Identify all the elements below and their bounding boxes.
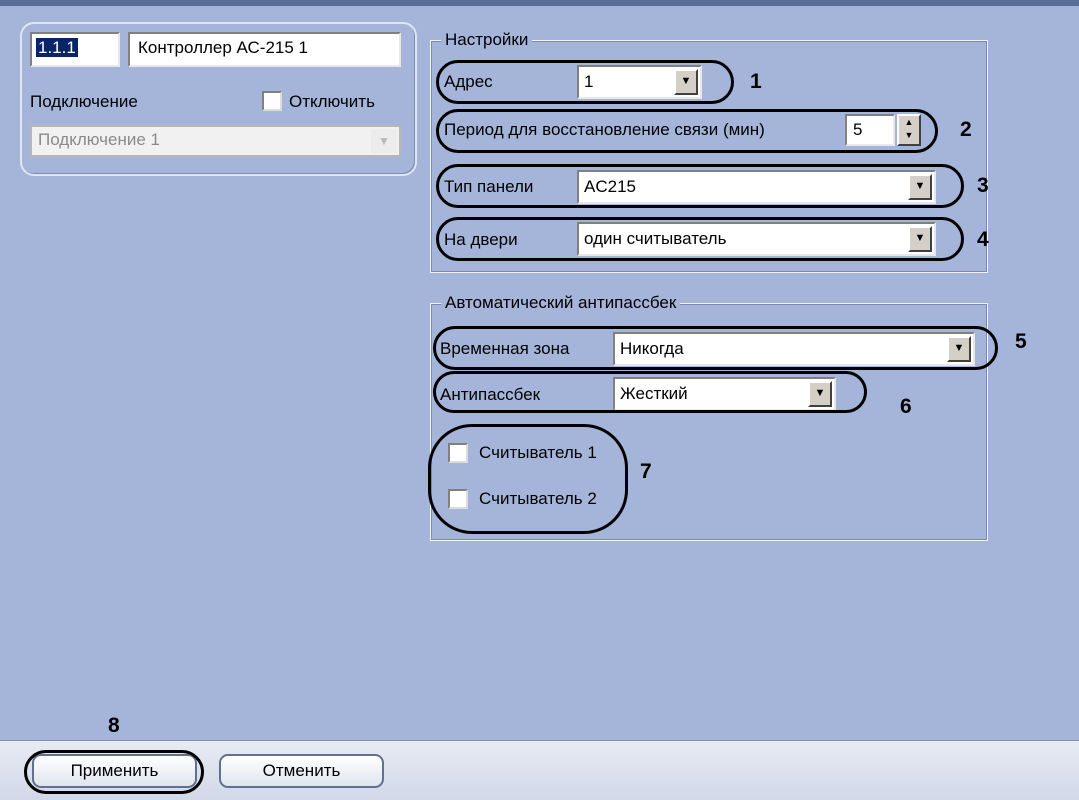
apply-button[interactable]: Применить: [32, 754, 197, 788]
callout-number-6: 6: [900, 395, 912, 418]
antipassback-mode-label: Антипассбек: [440, 385, 541, 404]
door-label: На двери: [444, 230, 518, 249]
callout-number-5: 5: [1015, 330, 1027, 353]
cancel-button[interactable]: Отменить: [219, 754, 384, 788]
reader1-label: Считыватель 1: [479, 443, 597, 462]
address-select[interactable]: 1 ▼: [577, 65, 702, 99]
period-input[interactable]: 5: [845, 114, 895, 146]
connection-label: Подключение: [30, 92, 138, 111]
time-zone-label: Временная зона: [440, 339, 570, 358]
callout-number-1: 1: [750, 70, 762, 93]
callout-number-7: 7: [640, 460, 652, 483]
callout-number-3: 3: [977, 174, 989, 197]
reader2-label: Считыватель 2: [479, 489, 597, 508]
connection-value: Подключение 1: [38, 130, 160, 149]
time-zone-select[interactable]: Никогда ▼: [613, 332, 975, 366]
object-id-value: 1.1.1: [36, 38, 78, 57]
disable-checkbox[interactable]: [262, 91, 282, 111]
period-label: Период для восстановление связи (мин): [444, 120, 765, 139]
callout-number-8: 8: [108, 714, 120, 737]
antipassback-mode-value: Жесткий: [620, 384, 688, 403]
panel-type-value: AC215: [584, 177, 636, 196]
door-value: один считыватель: [584, 229, 727, 248]
period-value: 5: [853, 120, 863, 139]
door-select[interactable]: один считыватель ▼: [577, 222, 936, 256]
chevron-down-icon: ▼: [947, 336, 971, 362]
connection-select[interactable]: Подключение 1 ▼: [30, 125, 401, 157]
spin-updown-icon[interactable]: ▲ ▼: [897, 114, 921, 146]
object-name-value: Контроллер АС-215 1: [138, 38, 308, 57]
disable-label: Отключить: [289, 92, 375, 111]
antipassback-mode-select[interactable]: Жесткий ▼: [613, 377, 836, 411]
panel-type-label: Тип панели: [444, 177, 534, 196]
time-zone-value: Никогда: [620, 339, 684, 358]
antipassback-title: Автоматический антипассбек: [441, 291, 681, 315]
address-label: Адрес: [444, 72, 493, 91]
top-rule: [0, 0, 1079, 6]
callout-number-4: 4: [977, 228, 989, 251]
chevron-down-icon: ▼: [371, 129, 397, 153]
callout-number-2: 2: [960, 118, 972, 141]
reader2-checkbox[interactable]: [448, 489, 468, 509]
chevron-down-icon: ▼: [674, 69, 698, 95]
reader1-checkbox[interactable]: [448, 443, 468, 463]
settings-title: Настройки: [441, 28, 533, 52]
object-name-field[interactable]: Контроллер АС-215 1: [128, 32, 401, 67]
chevron-down-icon: ▼: [908, 226, 932, 252]
panel-type-select[interactable]: AC215 ▼: [577, 170, 936, 204]
address-value: 1: [584, 72, 594, 91]
chevron-down-icon: ▼: [908, 174, 932, 200]
object-id-field[interactable]: 1.1.1: [30, 32, 120, 67]
chevron-down-icon: ▼: [808, 381, 832, 407]
